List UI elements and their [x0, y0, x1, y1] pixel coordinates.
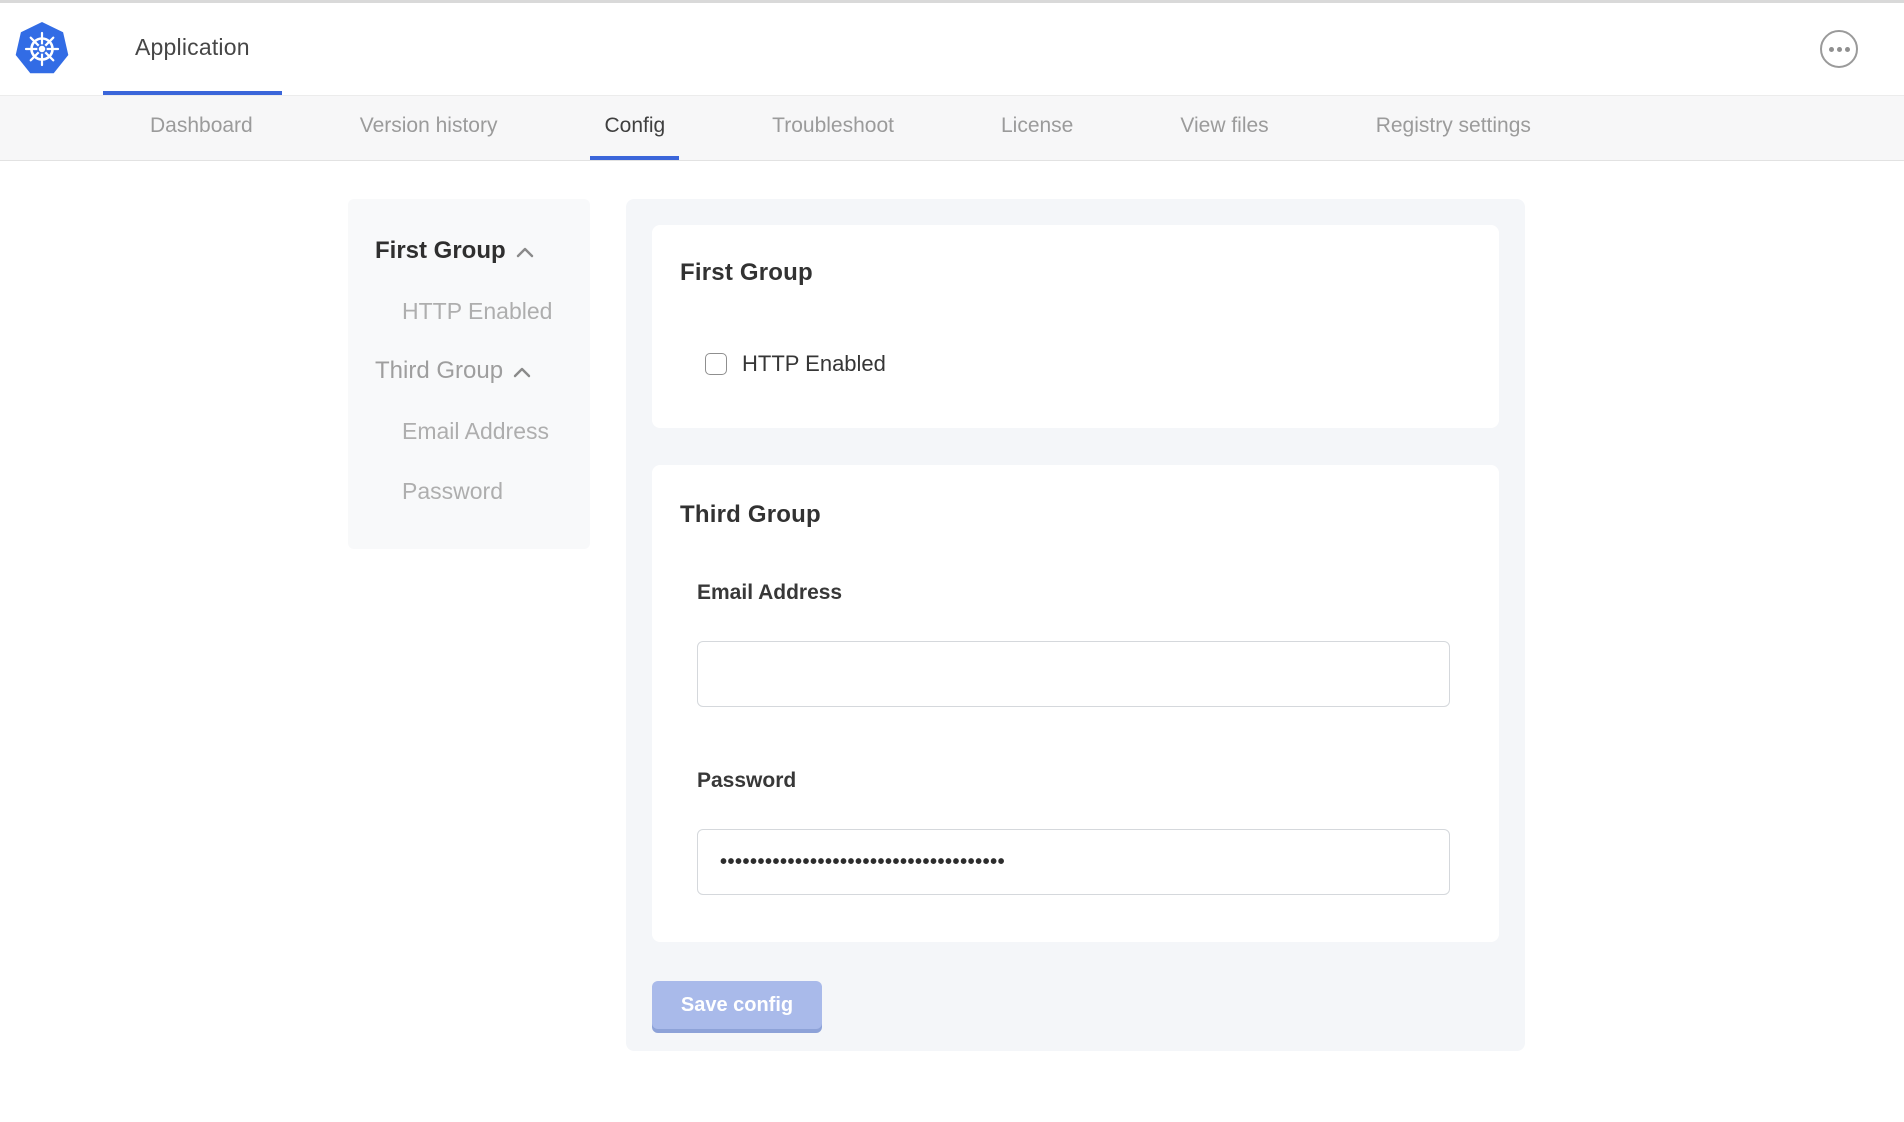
config-page: First Group HTTP Enabled Third Group Ema… [0, 161, 1904, 1051]
app-header: Application [0, 3, 1904, 95]
sidebar-item-email-address[interactable]: Email Address [348, 419, 590, 443]
tab-dashboard[interactable]: Dashboard [136, 96, 267, 160]
email-address-label: Email Address [697, 581, 1471, 605]
sidebar-item-label: First Group [375, 239, 506, 263]
sidebar-item-http-enabled[interactable]: HTTP Enabled [348, 299, 590, 323]
ellipsis-dot [1837, 47, 1842, 52]
password-field: Password •••••••••••••••••••••••••••••••… [697, 769, 1471, 895]
sidebar-item-third-group[interactable]: Third Group [348, 359, 590, 383]
tab-registry-settings[interactable]: Registry settings [1362, 96, 1545, 160]
password-label: Password [697, 769, 1471, 793]
tab-view-files[interactable]: View files [1166, 96, 1282, 160]
app-navbar: Dashboard Version history Config Trouble… [0, 95, 1904, 161]
config-group-card-third: Third Group Email Address Password •••••… [652, 465, 1499, 942]
http-enabled-checkbox-row[interactable]: HTTP Enabled [705, 351, 1471, 377]
header-spacer [282, 3, 1820, 95]
tab-troubleshoot[interactable]: Troubleshoot [758, 96, 908, 160]
sidebar-item-password[interactable]: Password [348, 479, 590, 503]
chevron-up-icon [516, 247, 534, 258]
ellipsis-menu-button[interactable] [1820, 30, 1858, 68]
tab-license[interactable]: License [987, 96, 1087, 160]
http-enabled-checkbox[interactable] [705, 353, 727, 375]
config-form-area: First Group HTTP Enabled Third Group Ema… [626, 199, 1525, 1051]
password-input[interactable]: •••••••••••••••••••••••••••••••••••••• [697, 829, 1450, 895]
tab-version-history[interactable]: Version history [346, 96, 512, 160]
config-group-card-first: First Group HTTP Enabled [652, 225, 1499, 428]
ellipsis-dot [1845, 47, 1850, 52]
sidebar-item-first-group[interactable]: First Group [348, 239, 590, 263]
logo-wrap [14, 3, 70, 95]
password-masked-value: •••••••••••••••••••••••••••••••••••••• [720, 852, 1005, 872]
sidebar-item-label: Third Group [375, 359, 503, 383]
group-title: Third Group [680, 501, 1471, 529]
group-title: First Group [680, 259, 1471, 287]
chevron-up-icon [513, 367, 531, 378]
email-address-input[interactable] [697, 641, 1450, 707]
save-config-button[interactable]: Save config [652, 981, 822, 1029]
app-tab-label: Application [135, 34, 250, 61]
kubernetes-logo-icon [14, 21, 70, 77]
email-address-field: Email Address [697, 581, 1471, 707]
app-tab-application[interactable]: Application [103, 3, 282, 95]
config-sidebar: First Group HTTP Enabled Third Group Ema… [348, 199, 590, 549]
http-enabled-checkbox-label: HTTP Enabled [742, 351, 886, 377]
tab-config[interactable]: Config [590, 96, 679, 160]
ellipsis-dot [1829, 47, 1834, 52]
